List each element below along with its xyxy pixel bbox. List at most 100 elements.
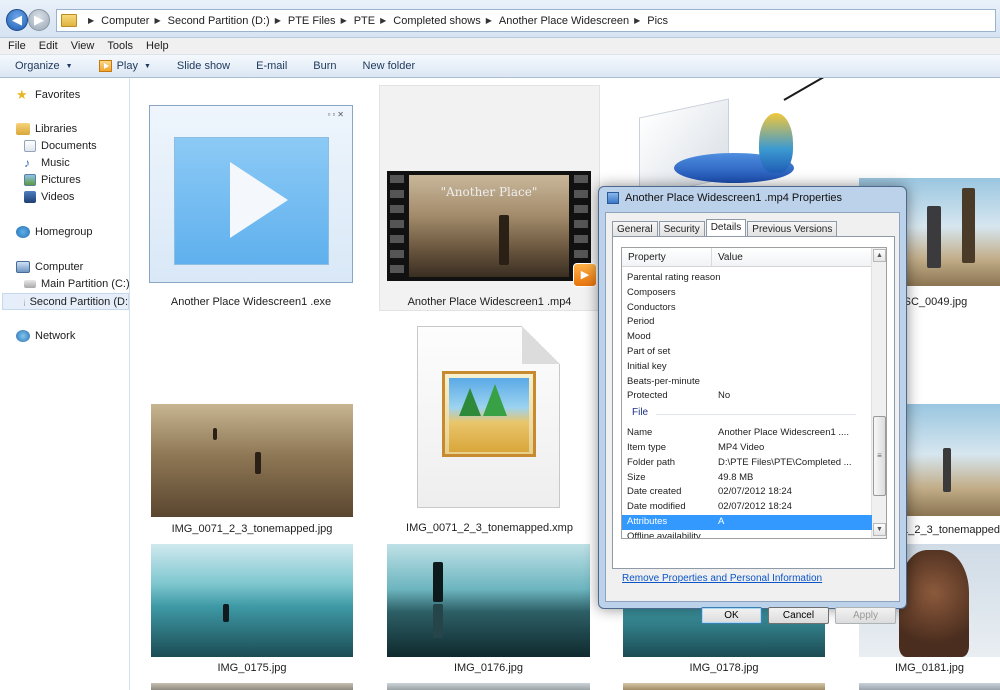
menu-view[interactable]: View <box>71 40 95 52</box>
file-name: Another Place Widescreen1 .mp4 <box>407 296 572 308</box>
network-icon <box>16 330 30 342</box>
nav-homegroup[interactable]: Homegroup <box>16 226 92 238</box>
back-button[interactable]: ◀ <box>6 9 28 31</box>
property-name: Protected <box>627 390 668 402</box>
dialog-titlebar[interactable]: Another Place Widescreen1 .mp4 Propertie… <box>607 192 842 204</box>
breadcrumb-item[interactable]: Another Place Widescreen <box>499 15 629 27</box>
file-tile-partial[interactable] <box>387 683 590 690</box>
property-row[interactable]: Part of set <box>622 345 872 360</box>
property-grid: Property Value ▲ ≡ ▼ Parental rating rea… <box>621 247 887 539</box>
breadcrumb-separator-icon[interactable]: ▶ <box>634 16 640 25</box>
breadcrumb-item[interactable]: Completed shows <box>393 15 480 27</box>
property-value: Another Place Widescreen1 .... <box>718 427 849 439</box>
menu-tools[interactable]: Tools <box>107 40 133 52</box>
file-tile-partial[interactable] <box>859 683 1000 690</box>
remove-properties-link[interactable]: Remove Properties and Personal Informati… <box>622 573 822 584</box>
property-row[interactable]: Date created 02/07/2012 18:24 <box>622 485 872 500</box>
burn-button[interactable]: Burn <box>313 60 336 72</box>
play-button[interactable]: Play ▼ <box>98 60 151 72</box>
details-panel: Property Value ▲ ≡ ▼ Parental rating rea… <box>612 236 895 569</box>
breadcrumb-separator-icon[interactable]: ▶ <box>486 16 492 25</box>
nav-pictures[interactable]: Pictures <box>24 174 81 186</box>
file-tile-img0176[interactable]: IMG_0176.jpg <box>387 544 590 679</box>
breadcrumb-item[interactable]: PTE Files <box>288 15 336 27</box>
column-property[interactable]: Property <box>628 252 666 263</box>
property-row[interactable]: Period <box>622 315 872 330</box>
scroll-down-icon[interactable]: ▼ <box>873 523 886 536</box>
breadcrumb-item[interactable]: Pics <box>647 15 668 27</box>
property-row[interactable]: Attributes A <box>622 515 872 530</box>
property-row[interactable]: Folder path D:\PTE Files\PTE\Completed ..… <box>622 456 872 471</box>
mp4-thumbnail: "Another Place" ▶ <box>387 171 597 287</box>
breadcrumb-separator-icon[interactable]: ▶ <box>380 16 386 25</box>
breadcrumb-separator-icon[interactable]: ▶ <box>88 16 94 25</box>
property-row[interactable]: Mood <box>622 330 872 345</box>
breadcrumb-item[interactable]: Second Partition (D:) <box>168 15 270 27</box>
property-row[interactable]: Composers <box>622 286 872 301</box>
nav-second-partition[interactable]: Second Partition (D: <box>2 293 129 310</box>
file-tile-logo[interactable] <box>619 78 829 198</box>
ok-button[interactable]: OK <box>701 607 762 624</box>
nav-videos[interactable]: Videos <box>24 191 74 203</box>
play-icon <box>98 60 112 72</box>
nav-music[interactable]: ♪ Music <box>24 157 70 169</box>
file-icon <box>417 326 560 508</box>
breadcrumb-separator-icon[interactable]: ▶ <box>275 16 281 25</box>
nav-favorites[interactable]: ★ Favorites <box>16 88 80 101</box>
tab-details[interactable]: Details <box>705 219 747 237</box>
menu-edit[interactable]: Edit <box>39 40 58 52</box>
file-tile-mp4[interactable]: "Another Place" ▶ Another Place Widescre… <box>379 85 600 311</box>
file-tile-img0071-xmp[interactable]: IMG_0071_2_3_tonemapped.xmp <box>379 326 600 539</box>
file-tile-img0071-jpg[interactable]: IMG_0071_2_3_tonemapped.jpg <box>151 403 353 538</box>
file-tile-partial[interactable] <box>623 683 825 690</box>
menu-help[interactable]: Help <box>146 40 169 52</box>
breadcrumb: ▶ Computer ▶ Second Partition (D:) ▶ PTE File… <box>83 15 668 27</box>
nav-computer[interactable]: Computer <box>16 261 83 273</box>
property-row[interactable]: Date modified 02/07/2012 18:24 <box>622 500 872 515</box>
tab-security[interactable]: Security <box>658 221 705 236</box>
tab-general[interactable]: General <box>612 221 658 236</box>
forward-button[interactable]: ▶ <box>28 9 50 31</box>
file-tile-partial[interactable] <box>151 683 353 690</box>
breadcrumb-separator-icon[interactable]: ▶ <box>154 16 160 25</box>
grid-scrollbar[interactable]: ▲ ≡ ▼ <box>871 248 886 538</box>
nav-documents[interactable]: Documents <box>24 140 97 152</box>
new-folder-button[interactable]: New folder <box>363 60 416 72</box>
column-value[interactable]: Value <box>718 252 743 263</box>
file-tile-exe[interactable]: ▫▫✕ Another Place Widescreen1 .exe <box>148 103 354 313</box>
property-row[interactable]: Conductors <box>622 301 872 316</box>
property-row[interactable]: Protected No <box>622 389 872 404</box>
file-tile-img0175[interactable]: IMG_0175.jpg <box>151 544 353 679</box>
nav-main-partition[interactable]: Main Partition (C:) <box>24 278 130 290</box>
nav-network[interactable]: Network <box>16 330 75 342</box>
property-row[interactable]: Beats-per-minute <box>622 375 872 390</box>
nav-label: Computer <box>35 261 84 273</box>
property-row[interactable]: Size 49.8 MB <box>622 471 872 486</box>
organize-button[interactable]: Organize ▼ <box>15 60 73 72</box>
breadcrumb-item[interactable]: Computer <box>101 15 149 27</box>
breadcrumb-item[interactable]: PTE <box>354 15 375 27</box>
email-button[interactable]: E-mail <box>256 60 287 72</box>
nav-label: Pictures <box>41 174 81 186</box>
window-preview <box>174 137 329 265</box>
breadcrumb-separator-icon[interactable]: ▶ <box>341 16 347 25</box>
dialog-title: Another Place Widescreen1 .mp4 Propertie… <box>625 192 843 204</box>
property-row[interactable]: Offline availability <box>622 530 872 538</box>
scroll-up-icon[interactable]: ▲ <box>873 249 886 262</box>
address-bar[interactable]: ▶ Computer ▶ Second Partition (D:) ▶ PTE File… <box>56 9 996 32</box>
property-row[interactable]: Item type MP4 Video <box>622 441 872 456</box>
property-row[interactable]: Parental rating reason <box>622 271 872 286</box>
slideshow-button[interactable]: Slide show <box>177 60 230 72</box>
landscape-icon <box>449 378 529 452</box>
property-row[interactable]: Initial key <box>622 360 872 375</box>
nav-libraries[interactable]: Libraries <box>16 123 77 135</box>
tab-previous-versions[interactable]: Previous Versions <box>747 221 838 236</box>
scroll-thumb[interactable]: ≡ <box>873 416 886 496</box>
statue-reflection <box>433 604 443 638</box>
apply-button[interactable]: Apply <box>835 607 896 624</box>
menu-file[interactable]: File <box>8 40 26 52</box>
property-row[interactable]: Name Another Place Widescreen1 .... <box>622 426 872 441</box>
cancel-button[interactable]: Cancel <box>768 607 829 624</box>
property-name: Attributes <box>627 516 668 527</box>
property-value: A <box>718 516 725 527</box>
